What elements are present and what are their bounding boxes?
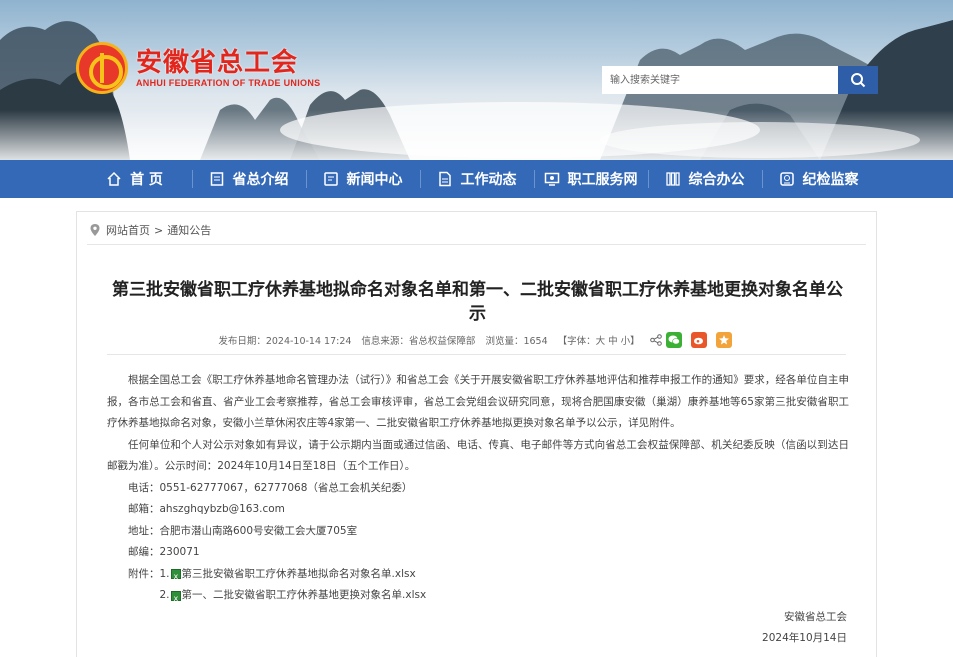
location-pin-icon bbox=[90, 224, 100, 236]
logo-subtitle: ANHUI FEDERATION OF TRADE UNIONS bbox=[136, 78, 321, 88]
trade-union-emblem-icon bbox=[76, 42, 128, 94]
attachment-index: 1. bbox=[159, 567, 170, 580]
signature: 安徽省总工会 bbox=[784, 610, 847, 623]
badge-icon bbox=[779, 172, 794, 186]
view-count: 浏览量：1654 bbox=[485, 336, 548, 347]
share-icon[interactable] bbox=[649, 334, 662, 346]
search-input[interactable] bbox=[602, 66, 838, 94]
books-icon bbox=[665, 172, 680, 186]
nav-item-about[interactable]: 省总介绍 bbox=[191, 160, 306, 198]
nav-label: 纪检监察 bbox=[802, 172, 859, 188]
nav-label: 首 页 bbox=[130, 172, 163, 188]
weibo-icon bbox=[693, 337, 703, 345]
attachment-name[interactable]: 第一、二批安徽省职工疗休养基地更换对象名单.xlsx bbox=[182, 585, 427, 607]
divider bbox=[87, 244, 866, 245]
wechat-share-button[interactable] bbox=[665, 332, 682, 348]
contact-postcode: 邮编：230071 bbox=[128, 546, 200, 558]
attachment-link[interactable]: 1. 第三批安徽省职工疗休养基地拟命名对象名单.xlsx bbox=[159, 564, 427, 588]
nav-item-office[interactable]: 综合办公 bbox=[647, 160, 762, 198]
nav-item-news[interactable]: 新闻中心 bbox=[305, 160, 420, 198]
header-banner: 安徽省总工会 ANHUI FEDERATION OF TRADE UNIONS bbox=[0, 0, 953, 160]
breadcrumb: 网站首页 > 通知公告 bbox=[89, 222, 211, 238]
favorite-button[interactable] bbox=[715, 332, 732, 348]
nav-label: 工作动态 bbox=[460, 172, 517, 188]
nav-label: 省总介绍 bbox=[232, 172, 289, 188]
nav-label: 新闻中心 bbox=[346, 172, 403, 188]
paragraph: 根据全国总工会《职工疗休养基地命名管理办法（试行）》和省总工会《关于开展安徽省职… bbox=[107, 374, 849, 429]
nav-label: 综合办公 bbox=[688, 172, 745, 188]
divider bbox=[107, 354, 846, 355]
article-body: 根据全国总工会《职工疗休养基地命名管理办法（试行）》和省总工会《关于开展安徽省职… bbox=[107, 370, 849, 650]
main-nav: 首 页 省总介绍 新闻中心 工作动态 职工服务网 综合办公 纪检监察 bbox=[0, 160, 953, 198]
file-icon bbox=[438, 171, 451, 187]
nav-item-work[interactable]: 工作动态 bbox=[419, 160, 534, 198]
share-bar bbox=[649, 332, 737, 348]
attachments: 附件： 1. 第三批安徽省职工疗休养基地拟命名对象名单.xlsx 2. 第一、二… bbox=[107, 564, 849, 610]
attachments-label: 附件： bbox=[128, 567, 160, 580]
attachment-link[interactable]: 2. 第一、二批安徽省职工疗休养基地更换对象名单.xlsx bbox=[159, 585, 427, 610]
search-icon bbox=[851, 73, 866, 88]
news-icon bbox=[323, 172, 338, 186]
monitor-icon bbox=[544, 172, 559, 186]
contact-email: 邮箱：ahszghqybzb@163.com bbox=[128, 503, 285, 515]
info-source: 信息来源：省总权益保障部 bbox=[361, 336, 476, 347]
excel-file-icon bbox=[170, 566, 181, 588]
article-title: 第三批安徽省职工疗休养基地拟命名对象名单和第一、二批安徽省职工疗休养基地更换对象… bbox=[112, 280, 843, 324]
breadcrumb-current[interactable]: 通知公告 bbox=[167, 222, 211, 238]
nav-item-home[interactable]: 首 页 bbox=[78, 160, 192, 198]
attachment-name[interactable]: 第三批安徽省职工疗休养基地拟命名对象名单.xlsx bbox=[182, 564, 416, 586]
nav-label: 职工服务网 bbox=[567, 172, 638, 188]
breadcrumb-home[interactable]: 网站首页 bbox=[106, 222, 150, 238]
publish-date: 发布日期：2024-10-14 17:24 bbox=[218, 336, 352, 347]
home-icon bbox=[107, 171, 121, 186]
attachment-index: 2. bbox=[159, 589, 170, 601]
logo-title: 安徽省总工会 bbox=[136, 48, 299, 78]
document-icon bbox=[210, 172, 223, 186]
search-box bbox=[602, 66, 878, 94]
nav-item-discipline[interactable]: 纪检监察 bbox=[761, 160, 876, 198]
excel-file-icon bbox=[170, 588, 181, 609]
article-meta: 发布日期：2024-10-14 17:24 信息来源：省总权益保障部 浏览量：1… bbox=[77, 332, 878, 348]
signature-date: 2024年10月14日 bbox=[762, 632, 847, 644]
contact-phone: 电话：0551-62777067，62777068（省总工会机关纪委） bbox=[128, 481, 413, 494]
article-panel: 网站首页 > 通知公告 第三批安徽省职工疗休养基地拟命名对象名单和第一、二批安徽… bbox=[76, 211, 877, 657]
star-icon bbox=[718, 335, 729, 345]
breadcrumb-separator: > bbox=[154, 223, 164, 237]
paragraph: 任何单位和个人对公示对象如有异议，请于公示期内当面或通过信函、电话、传真、电子邮… bbox=[107, 438, 849, 473]
wechat-icon bbox=[668, 335, 680, 345]
nav-item-service[interactable]: 职工服务网 bbox=[533, 160, 648, 198]
font-size-control[interactable]: 【字体：大 中 小】 bbox=[558, 333, 640, 347]
contact-address: 地址：合肥市潜山南路600号安徽工会大厦705室 bbox=[128, 524, 358, 537]
weibo-share-button[interactable] bbox=[690, 332, 707, 348]
search-button[interactable] bbox=[838, 66, 878, 94]
site-logo[interactable]: 安徽省总工会 ANHUI FEDERATION OF TRADE UNIONS bbox=[76, 42, 320, 94]
